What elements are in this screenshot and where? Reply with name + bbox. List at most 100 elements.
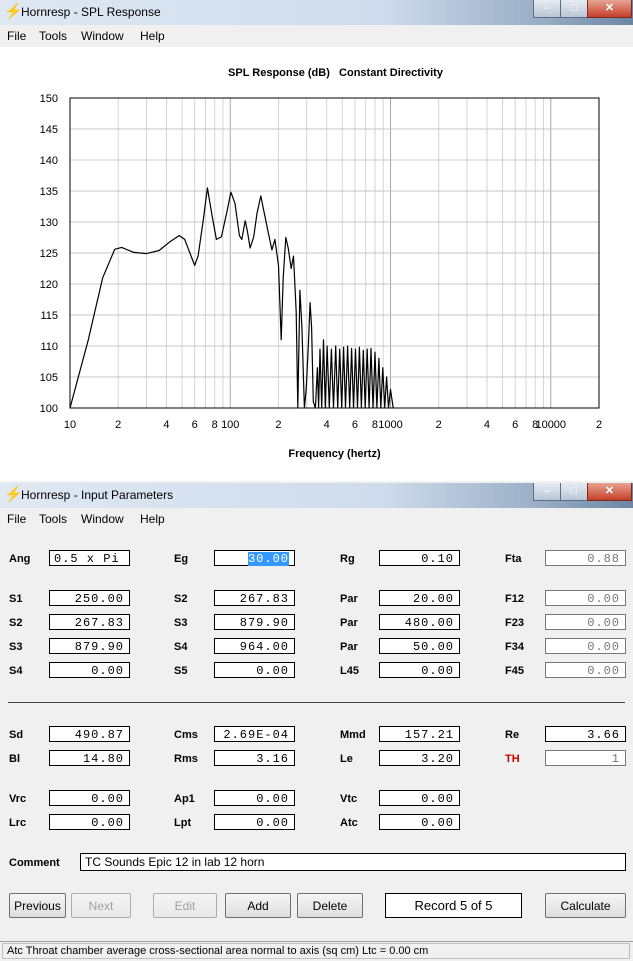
param-field-s4[interactable]: 0.00 [49,662,130,678]
y-tick-label: 135 [40,186,58,198]
x-tick-label: 6 [192,419,198,431]
param-field-par[interactable]: 480.00 [379,614,460,630]
y-tick-label: 150 [40,93,58,105]
status-text: Atc Throat chamber average cross-section… [7,945,429,957]
x-tick-label: 2 [596,419,602,431]
param-field-sd[interactable]: 490.87 [49,726,130,742]
close-button[interactable]: ✕ [587,0,632,18]
param-field-s4[interactable]: 964.00 [214,638,295,654]
param-label-f12: F12 [505,593,524,605]
param-field-vrc[interactable]: 0.00 [49,790,130,806]
edit-button[interactable]: Edit [153,893,217,918]
param-label-rms: Rms [174,753,198,765]
x-tick-label: 4 [163,419,169,431]
comment-field[interactable]: TC Sounds Epic 12 in lab 12 horn [80,853,626,871]
param-field-ap1[interactable]: 0.00 [214,790,295,806]
param-field-atc[interactable]: 0.00 [379,814,460,830]
param-label-atc: Atc [340,817,358,829]
param-field-cms[interactable]: 2.69E-04 [214,726,295,742]
menu-window[interactable]: Window [81,29,124,43]
menu-tools[interactable]: Tools [39,512,67,526]
y-tick-label: 145 [40,124,58,136]
minimize-button[interactable]: – [533,483,561,501]
spl-response-window: ⚡ Hornresp - SPL Response – □ ✕ File Too… [0,0,633,481]
add-button[interactable]: Add [225,893,291,918]
x-tick-label: 1000 [378,419,402,431]
menu-help[interactable]: Help [140,29,165,43]
param-label-s1: S1 [9,593,23,605]
parameters-form: Ang 0.5 x Pi Eg 30.00 Rg 0.10 Fta 0.88 S… [0,530,633,941]
param-label-s4: S4 [9,665,23,677]
next-button[interactable]: Next [71,893,131,918]
x-tick-label: 10000 [535,419,566,431]
menu-help[interactable]: Help [140,512,165,526]
param-field-par[interactable]: 20.00 [379,590,460,606]
close-button[interactable]: ✕ [587,483,632,501]
param-field-lpt[interactable]: 0.00 [214,814,295,830]
param-label-vtc: Vtc [340,793,358,805]
titlebar[interactable]: ⚡ Hornresp - SPL Response – □ ✕ [0,0,633,25]
previous-button[interactable]: Previous [9,893,66,918]
param-field-s2[interactable]: 267.83 [214,590,295,606]
param-label-fta: Fta [505,553,522,565]
param-label-cms: Cms [174,729,198,741]
x-axis-label: Frequency (hertz) [288,448,381,460]
param-field-par[interactable]: 50.00 [379,638,460,654]
x-tick-label: 6 [352,419,358,431]
param-field-s2[interactable]: 267.83 [49,614,130,630]
param-label-par: Par [340,617,358,629]
param-label-par: Par [340,593,358,605]
x-tick-label: 6 [512,419,518,431]
param-field-f45[interactable]: 0.00 [545,662,626,678]
param-field-eg[interactable]: 30.00 [214,550,295,566]
x-tick-label: 10 [64,419,76,431]
minimize-button[interactable]: – [533,0,561,18]
calculate-button[interactable]: Calculate [545,893,626,918]
x-tick-label: 4 [484,419,490,431]
param-field-bl[interactable]: 14.80 [49,750,130,766]
param-field-f34[interactable]: 0.00 [545,638,626,654]
maximize-button[interactable]: □ [560,0,588,18]
param-field-fta[interactable]: 0.88 [545,550,626,566]
menu-tools[interactable]: Tools [39,29,67,43]
param-field-s3[interactable]: 879.90 [49,638,130,654]
param-field-f23[interactable]: 0.00 [545,614,626,630]
param-field-s3[interactable]: 879.90 [214,614,295,630]
x-tick-label: 4 [324,419,330,431]
param-field-rms[interactable]: 3.16 [214,750,295,766]
param-label-bl: Bl [9,753,20,765]
param-field-th[interactable]: 1 [545,750,626,766]
param-label-f45: F45 [505,665,524,677]
maximize-button[interactable]: □ [560,483,588,501]
param-label-l45: L45 [340,665,359,677]
titlebar[interactable]: ⚡ Hornresp - Input Parameters – □ ✕ [0,483,633,508]
menu-file[interactable]: File [7,512,26,526]
param-field-rg[interactable]: 0.10 [379,550,460,566]
x-tick-label: 2 [115,419,121,431]
param-field-s5[interactable]: 0.00 [214,662,295,678]
param-field-le[interactable]: 3.20 [379,750,460,766]
param-label-le: Le [340,753,353,765]
lightning-icon: ⚡ [4,486,23,503]
x-tick-label: 8 [372,419,378,431]
param-field-mmd[interactable]: 157.21 [379,726,460,742]
param-label-f23: F23 [505,617,524,629]
param-field-ang[interactable]: 0.5 x Pi [49,550,130,566]
param-field-lrc[interactable]: 0.00 [49,814,130,830]
y-tick-label: 120 [40,279,58,291]
param-label-ap1: Ap1 [174,793,195,805]
delete-button[interactable]: Delete [297,893,363,918]
spl-chart: SPL Response (dB) Constant Directivity 15… [40,67,602,460]
menu-bar: File Tools Window Help [0,25,633,47]
param-field-l45[interactable]: 0.00 [379,662,460,678]
menu-file[interactable]: File [7,29,26,43]
param-field-re[interactable]: 3.66 [545,726,626,742]
param-field-vtc[interactable]: 0.00 [379,790,460,806]
comment-label: Comment [9,857,60,869]
menu-bar: File Tools Window Help [0,508,633,530]
param-label-s2: S2 [174,593,188,605]
y-tick-label: 115 [40,310,58,322]
param-field-f12[interactable]: 0.00 [545,590,626,606]
menu-window[interactable]: Window [81,512,124,526]
param-field-s1[interactable]: 250.00 [49,590,130,606]
